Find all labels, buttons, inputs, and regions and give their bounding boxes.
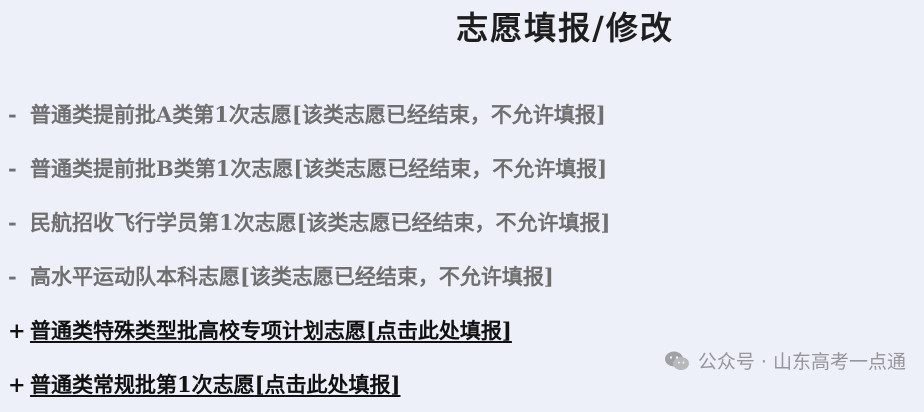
batch-item-early-a: - 普通类提前批A类第1次志愿[该类志愿已经结束，不允许填报]: [8, 88, 611, 142]
watermark-text: 公众号 · 山东高考一点通: [697, 351, 906, 373]
regular-batch-fill-link[interactable]: 普通类常规批第1次志愿[点击此处填报]: [30, 372, 401, 397]
batch-status: [该类志愿已经结束，不允许填报]: [291, 102, 606, 127]
expand-prefix[interactable]: +: [8, 304, 30, 358]
batch-item-special-program: + 普通类特殊类型批高校专项计划志愿[点击此处填报]: [8, 304, 611, 358]
collapse-prefix: -: [8, 264, 17, 289]
batch-item-regular-first: + 普通类常规批第1次志愿[点击此处填报]: [8, 358, 611, 412]
batch-item-civil-aviation: - 民航招收飞行学员第1次志愿[该类志愿已经结束，不允许填报]: [8, 196, 611, 250]
batch-status: [该类志愿已经结束，不允许填报]: [293, 156, 608, 181]
fill-here-link-text[interactable]: [点击此处填报]: [255, 372, 401, 397]
page-title: 志愿填报/修改: [456, 9, 674, 47]
batch-name[interactable]: 普通类特殊类型批高校专项计划志愿: [30, 318, 366, 343]
collapse-prefix: -: [8, 156, 17, 181]
special-program-fill-link[interactable]: 普通类特殊类型批高校专项计划志愿[点击此处填报]: [30, 318, 512, 343]
batch-name: 普通类提前批A类第1次志愿: [30, 102, 292, 127]
batch-list: - 普通类提前批A类第1次志愿[该类志愿已经结束，不允许填报] - 普通类提前批B类…: [8, 88, 611, 412]
watermark: 公众号 · 山东高考一点通: [664, 347, 906, 374]
fill-here-link-text[interactable]: [点击此处填报]: [366, 318, 512, 343]
wechat-icon: [664, 351, 689, 370]
batch-status: [该类志愿已经结束，不允许填报]: [240, 264, 554, 289]
collapse-prefix: -: [8, 102, 17, 127]
batch-status: [该类志愿已经结束，不允许填报]: [296, 210, 611, 235]
batch-name[interactable]: 普通类常规批第1次志愿: [30, 372, 255, 397]
batch-name: 民航招收飞行学员第1次志愿: [30, 210, 297, 235]
batch-name: 高水平运动队本科志愿: [30, 264, 240, 289]
collapse-prefix: -: [8, 210, 17, 235]
batch-item-early-b: - 普通类提前批B类第1次志愿[该类志愿已经结束，不允许填报]: [8, 142, 611, 196]
expand-prefix[interactable]: +: [8, 358, 30, 412]
batch-item-athletics-team: - 高水平运动队本科志愿[该类志愿已经结束，不允许填报]: [8, 250, 611, 304]
batch-name: 普通类提前批B类第1次志愿: [30, 156, 294, 181]
